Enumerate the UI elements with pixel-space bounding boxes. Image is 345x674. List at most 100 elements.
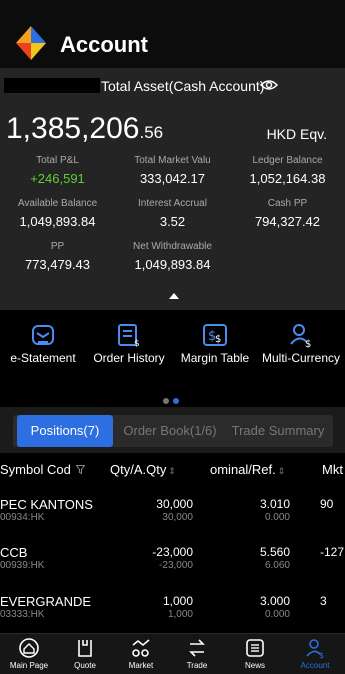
col-label: ominal/Ref. bbox=[210, 462, 276, 477]
metric-value: 333,042.17 bbox=[139, 171, 206, 186]
col-label: Mkt bbox=[322, 462, 343, 477]
col-label: Qty/A.Qty bbox=[110, 462, 167, 477]
metric-value: 773,479.43 bbox=[24, 257, 91, 272]
mkt-value: 3 bbox=[320, 594, 327, 608]
col-mkt[interactable]: Mkt bbox=[322, 462, 343, 477]
page-title: Account bbox=[60, 32, 148, 57]
svg-text:$: $ bbox=[319, 651, 324, 659]
quick-action-e-statement[interactable]: e-Statement bbox=[0, 322, 86, 365]
nav-account[interactable]: $ Account bbox=[290, 637, 340, 670]
nav-main-page[interactable]: Main Page bbox=[4, 637, 54, 670]
multi-currency-icon: $ bbox=[290, 324, 311, 348]
metric-label: Ledger Balance bbox=[252, 155, 323, 166]
quick-actions: e-Statement $ Order History $ $ Margin T… bbox=[0, 310, 345, 407]
quote-icon bbox=[78, 640, 92, 657]
account-number-redacted bbox=[4, 78, 100, 93]
metric-value: 1,049,893.84 bbox=[134, 257, 211, 272]
svg-text:$: $ bbox=[215, 334, 221, 345]
filter-icon[interactable] bbox=[75, 465, 86, 475]
col-symbol-code[interactable]: Symbol Cod bbox=[0, 462, 86, 477]
quick-action-order-history[interactable]: $ Order History bbox=[86, 322, 172, 365]
nav-label: Market bbox=[128, 661, 154, 670]
ref-value: 0.000 bbox=[264, 512, 290, 523]
available-qty-value: 30,000 bbox=[162, 512, 193, 523]
metric-label: PP bbox=[50, 241, 65, 252]
table-row[interactable]: CCB 00939:HK -23,000 -23,000 5.560 6.060… bbox=[0, 535, 345, 589]
tab-positions[interactable]: Positions(7) bbox=[17, 415, 113, 447]
metric-value: 1,052,164.38 bbox=[249, 171, 326, 186]
table-row[interactable]: PEC KANTONS 00934:HK 30,000 30,000 3.010… bbox=[0, 487, 345, 541]
metric-value: 794,327.42 bbox=[254, 214, 321, 229]
col-nominal-ref[interactable]: ominal/Ref. ⇕ bbox=[210, 462, 285, 477]
quick-action-multi-currency[interactable]: $ Multi-Currency bbox=[258, 322, 344, 365]
nav-label: Quote bbox=[74, 661, 96, 670]
account-summary: Total Asset(Cash Account) 1,385,206.56 H… bbox=[0, 68, 345, 310]
qty-value: 1,000 bbox=[162, 594, 193, 608]
metric-ledger-balance: Ledger Balance 1,052,164.38 bbox=[230, 155, 345, 186]
news-icon bbox=[246, 639, 264, 657]
tab-trade-summary[interactable]: Trade Summary bbox=[225, 415, 331, 447]
symbol-name: PEC KANTONS bbox=[0, 497, 93, 512]
tab-bar: Positions(7) Order Book(1/6) Trade Summa… bbox=[0, 407, 345, 453]
nav-label: Main Page bbox=[9, 661, 49, 670]
nav-label: Trade bbox=[186, 661, 208, 670]
page-dot bbox=[163, 398, 169, 404]
metric-label: Net Withdrawable bbox=[133, 241, 212, 252]
ref-value: 6.060 bbox=[264, 560, 290, 571]
available-qty-value: -23,000 bbox=[159, 560, 193, 571]
bottom-nav: Main Page Quote Market Trade News $ Acco… bbox=[0, 633, 345, 674]
metric-value: +246,591 bbox=[30, 171, 85, 186]
symbol-code: 00939:HK bbox=[0, 560, 45, 571]
total-asset-value: 1,385,206.56 bbox=[6, 112, 163, 146]
mkt-value: 90 bbox=[320, 497, 334, 511]
sort-icon: ⇕ bbox=[277, 466, 286, 476]
collapse-caret-icon[interactable] bbox=[169, 293, 179, 299]
positions-table-body: PEC KANTONS 00934:HK 30,000 30,000 3.010… bbox=[0, 487, 345, 633]
nav-label: News bbox=[244, 661, 265, 670]
nav-quote[interactable]: Quote bbox=[60, 637, 110, 670]
symbol-code: 00934:HK bbox=[0, 512, 45, 523]
nominal-value: 5.560 bbox=[259, 545, 290, 559]
mkt-value: -127 bbox=[320, 545, 345, 559]
trade-icon bbox=[189, 639, 205, 657]
metric-cash-pp: Cash PP 794,327.42 bbox=[230, 198, 345, 229]
total-asset-integer: 1,385,206 bbox=[6, 112, 140, 145]
margin-table-icon: $ $ bbox=[203, 324, 227, 346]
account-icon: $ bbox=[306, 639, 324, 659]
tab-order-book[interactable]: Order Book(1/6) bbox=[115, 415, 225, 447]
qty-value: 30,000 bbox=[156, 497, 193, 511]
nav-trade[interactable]: Trade bbox=[172, 637, 222, 670]
eye-icon[interactable] bbox=[260, 78, 278, 92]
currency-label: HKD Eqv. bbox=[266, 126, 327, 142]
metric-available-balance: Available Balance 1,049,893.84 bbox=[0, 198, 115, 229]
col-qty[interactable]: Qty/A.Qty ⇕ bbox=[110, 462, 176, 477]
order-history-icon: $ bbox=[118, 324, 140, 348]
quick-action-margin-table[interactable]: $ $ Margin Table bbox=[172, 322, 258, 365]
metric-total-market-value: Total Market Valu 333,042.17 bbox=[115, 155, 230, 186]
account-label: Total Asset(Cash Account) bbox=[101, 78, 265, 94]
positions-table-header: Symbol Cod Qty/A.Qty ⇕ ominal/Ref. ⇕ Mkt bbox=[0, 453, 345, 487]
metric-label: Cash PP bbox=[267, 198, 308, 209]
nominal-value: 3.010 bbox=[259, 497, 290, 511]
table-row[interactable]: EVERGRANDE 03333:HK 1,000 1,000 3.000 0.… bbox=[0, 584, 345, 633]
page-dot-active bbox=[173, 398, 179, 404]
metric-net-withdrawable: Net Withdrawable 1,049,893.84 bbox=[115, 241, 230, 272]
symbol-code: 03333:HK bbox=[0, 609, 45, 620]
nominal-value: 3.000 bbox=[259, 594, 290, 608]
nav-market[interactable]: Market bbox=[116, 637, 166, 670]
account-row: Total Asset(Cash Account) bbox=[0, 78, 345, 98]
available-qty-value: 1,000 bbox=[167, 609, 193, 620]
metric-total-pl: Total P&L +246,591 bbox=[0, 155, 115, 186]
app-logo-icon bbox=[16, 26, 46, 60]
quick-action-label: Order History bbox=[93, 351, 165, 365]
nav-news[interactable]: News bbox=[230, 637, 280, 670]
statement-icon bbox=[32, 325, 54, 345]
nav-label: Account bbox=[300, 661, 330, 670]
metric-pp: PP 773,479.43 bbox=[0, 241, 115, 272]
total-asset-decimal: .56 bbox=[139, 123, 164, 142]
metric-label: Available Balance bbox=[17, 198, 98, 209]
ref-value: 0.000 bbox=[264, 609, 290, 620]
svg-text:$: $ bbox=[305, 339, 311, 348]
metric-value: 1,049,893.84 bbox=[19, 214, 96, 229]
market-icon bbox=[132, 639, 150, 657]
